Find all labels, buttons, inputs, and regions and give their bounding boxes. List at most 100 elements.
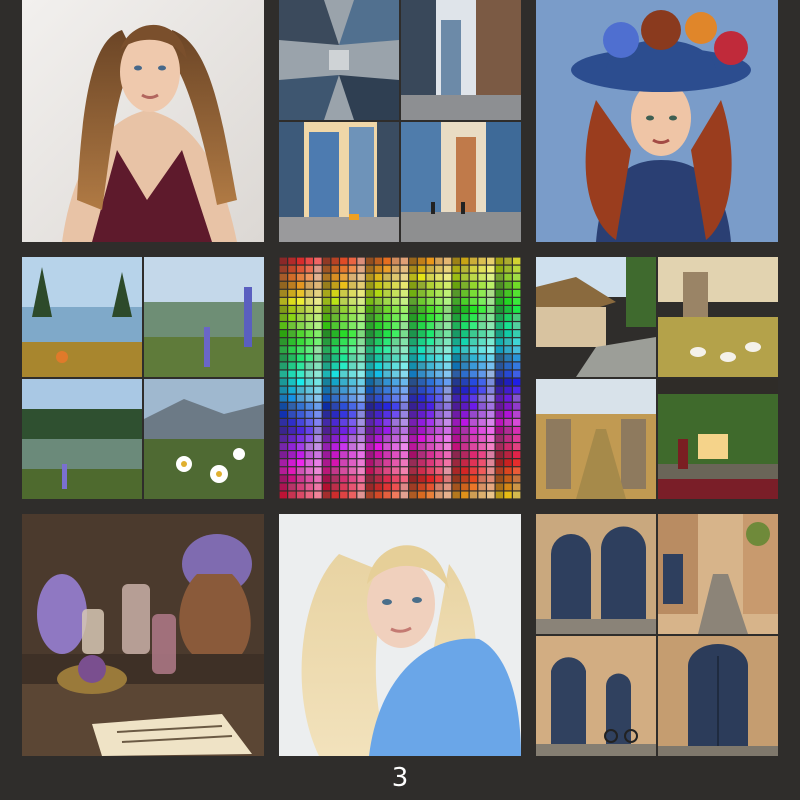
swatch-cell [305, 297, 313, 305]
swatch-cell [374, 378, 383, 386]
swatch-cell [288, 483, 296, 491]
swatch-cell [314, 346, 322, 354]
swatch-cell [391, 443, 400, 450]
swatch-cell [314, 265, 322, 273]
swatch-cell [374, 402, 383, 410]
swatch-cell [357, 297, 365, 305]
swatch-cell [366, 451, 374, 459]
swatch-cell [443, 338, 452, 346]
swatch-cell [495, 330, 504, 338]
swatch-cell [296, 370, 305, 378]
swatch-cell [478, 330, 486, 338]
swatch-cell [435, 306, 443, 313]
swatch-cell [331, 410, 339, 418]
swatch-cell [366, 491, 374, 499]
swatch-cell [400, 451, 409, 459]
swatch-cell [417, 273, 426, 281]
swatch-cell [495, 257, 504, 265]
swatch-cell [383, 257, 391, 265]
swatch-cell [348, 265, 357, 273]
swatch-cell [495, 281, 504, 289]
swatch-cell [426, 394, 434, 402]
swatch-cell [452, 297, 460, 305]
swatch-cell [478, 435, 486, 442]
swatch-cell [452, 427, 460, 434]
swatch-cell [400, 443, 409, 450]
swatch-cell [305, 330, 313, 338]
swatch-cell [452, 402, 460, 410]
swatch-cell [512, 427, 521, 434]
swatch-cell [357, 410, 365, 418]
swatch-cell [504, 257, 512, 265]
swatch-cell [374, 346, 383, 354]
swatch-cell [314, 483, 322, 491]
swatch-cell [296, 394, 305, 402]
swatch-cell [512, 443, 521, 450]
swatch-cell [279, 435, 288, 442]
swatch-cell [417, 322, 426, 329]
swatch-cell [331, 265, 339, 273]
swatch-cell [348, 314, 357, 321]
swatch-cell [495, 435, 504, 442]
swatch-cell [443, 362, 452, 370]
swatch-cell [296, 330, 305, 338]
swatch-cell [443, 418, 452, 426]
swatch-cell [331, 491, 339, 499]
swatch-cell [314, 467, 322, 475]
swatch-cell [426, 265, 434, 273]
swatch-cell [452, 451, 460, 459]
swatch-cell [391, 418, 400, 426]
swatch-cell [296, 354, 305, 362]
swatch-cell [288, 427, 296, 434]
swatch-cell [417, 418, 426, 426]
swatch-cell [279, 443, 288, 450]
swatch-cell [426, 338, 434, 346]
swatch-cell [288, 281, 296, 289]
swatch-cell [296, 265, 305, 273]
swatch-cell [487, 322, 495, 329]
swatch-cell [478, 297, 486, 305]
swatch-cell [512, 435, 521, 442]
swatch-cell [443, 394, 452, 402]
swatch-cell [348, 435, 357, 442]
swatch-cell [495, 322, 504, 329]
swatch-cell [391, 297, 400, 305]
swatch-cell [461, 362, 469, 370]
swatch-cell [322, 378, 331, 386]
arched-blue-doors [536, 514, 656, 634]
swatch-cell [340, 314, 348, 321]
swatch-cell [426, 257, 434, 265]
swatch-cell [331, 443, 339, 450]
swatch-cell [443, 297, 452, 305]
swatch-cell [469, 451, 478, 459]
swatch-cell [469, 338, 478, 346]
swatch-cell [288, 354, 296, 362]
portrait-blonde-woman-blue-top [279, 514, 521, 756]
swatch-cell [279, 402, 288, 410]
swatch-cell [383, 297, 391, 305]
swatch-cell [443, 427, 452, 434]
swatch-cell [478, 475, 486, 483]
swatch-cell [435, 289, 443, 297]
swatch-cell [461, 330, 469, 338]
swatch-cell [296, 483, 305, 491]
swatch-cell [288, 265, 296, 273]
swatch-cell [487, 338, 495, 346]
swatch-cell [322, 370, 331, 378]
swatch-cell [478, 265, 486, 273]
swatch-cell [314, 394, 322, 402]
swatch-cell [391, 475, 400, 483]
swatch-cell [366, 483, 374, 491]
swatch-cell [314, 459, 322, 467]
swatch-cell [322, 467, 331, 475]
swatch-cell [288, 346, 296, 354]
swatch-cell [504, 386, 512, 394]
swatch-cell [512, 322, 521, 329]
swatch-cell [487, 370, 495, 378]
swatch-cell [331, 459, 339, 467]
swatch-cell [288, 451, 296, 459]
swatch-cell [443, 483, 452, 491]
swatch-cell [409, 362, 417, 370]
swatch-cell [348, 354, 357, 362]
swatch-cell [469, 378, 478, 386]
